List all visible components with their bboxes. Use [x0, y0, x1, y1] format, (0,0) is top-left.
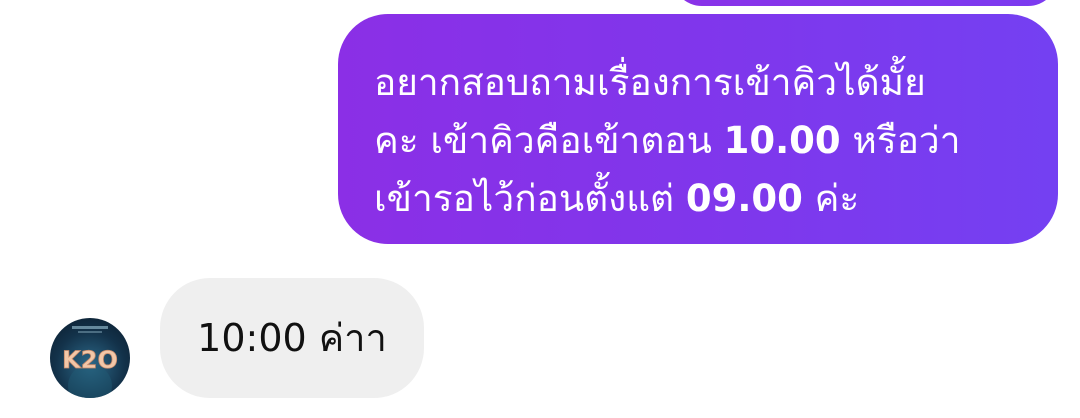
- message-text: 10:00 ค่าา: [197, 316, 387, 360]
- message-time-value: 10.00: [723, 119, 841, 162]
- message-text: คะ เข้าคิวคือเข้าตอน: [374, 119, 724, 162]
- avatar-image: K2O: [62, 326, 118, 398]
- message-text: หรือว่า: [840, 119, 961, 162]
- message-time-value: 09.00: [685, 177, 803, 220]
- message-line: คะ เข้าคิวคือเข้าตอน 10.00 หรือว่า: [374, 112, 1028, 170]
- avatar-logo-text: K2O: [62, 346, 118, 374]
- profile-avatar-icon[interactable]: K2O: [50, 318, 130, 398]
- message-line: อยากสอบถามเรื่องการเข้าคิวได้มั้ย: [374, 54, 1028, 112]
- message-text: เข้ารอไว้ก่อนตั้งแต่: [374, 177, 686, 220]
- outgoing-message-bubble[interactable]: อยากสอบถามเรื่องการเข้าคิวได้มั้ย คะ เข้…: [338, 14, 1058, 244]
- message-text: ค่ะ: [802, 177, 860, 220]
- message-text: อยากสอบถามเรื่องการเข้าคิวได้มั้ย: [374, 61, 926, 104]
- incoming-message-bubble[interactable]: 10:00 ค่าา: [160, 278, 424, 398]
- previous-message-bubble[interactable]: [672, 0, 1058, 6]
- chat-thread: อยากสอบถามเรื่องการเข้าคิวได้มั้ย คะ เข้…: [0, 0, 1080, 418]
- message-line: เข้ารอไว้ก่อนตั้งแต่ 09.00 ค่ะ: [374, 170, 1028, 228]
